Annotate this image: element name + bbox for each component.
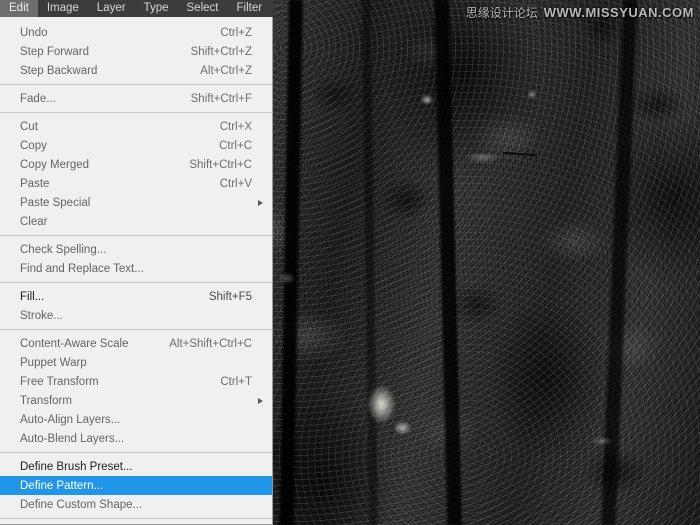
menu-item-label: Cut [20,120,38,133]
menu-separator [0,518,272,519]
menu-item-label: Auto-Blend Layers... [20,432,125,445]
menubar-item-layer[interactable]: Layer [88,0,135,17]
menu-item-shortcut: Alt+Ctrl+Z [200,64,252,77]
menu-item-find-and-replace-text[interactable]: Find and Replace Text... [0,259,272,278]
menu-item-shortcut: Ctrl+Z [220,26,252,39]
menu-item-check-spelling[interactable]: Check Spelling... [0,240,272,259]
menu-item-label: Paste Special [20,196,91,209]
menu-item-label: Check Spelling... [20,243,107,256]
menu-item-label: Content-Aware Scale [20,337,129,350]
menubar-item-edit[interactable]: Edit [0,0,38,17]
menu-item-define-custom-shape[interactable]: Define Custom Shape... [0,495,272,514]
menu-item-shortcut: Shift+F5 [208,290,252,303]
menu-item-label: Fill... [20,290,45,303]
menu-item-label: Free Transform [20,375,99,388]
menu-separator [0,329,272,330]
menu-item-transform[interactable]: Transform [0,391,272,410]
menu-item-shortcut: Ctrl+V [219,177,252,190]
menu-item-content-aware-scale[interactable]: Content-Aware Scale Alt+Shift+Ctrl+C [0,334,272,353]
menu-item-copy-merged[interactable]: Copy Merged Shift+Ctrl+C [0,155,272,174]
menubar-item-type[interactable]: Type [135,0,178,17]
menu-item-shortcut: Ctrl+T [220,375,252,388]
menu-item-label: Fade... [20,92,56,105]
submenu-arrow-icon [258,397,263,404]
menu-item-shortcut: Ctrl+X [219,120,252,133]
menu-item-shortcut: Shift+Ctrl+Z [190,45,252,58]
submenu-arrow-icon [258,199,263,206]
menu-item-fill[interactable]: Fill... Shift+F5 [0,287,272,306]
menu-item-shortcut: Alt+Shift+Ctrl+C [169,337,252,350]
menubar-item-image[interactable]: Image [38,0,88,17]
menu-item-shortcut: Shift+Ctrl+C [189,158,252,171]
menu-item-step-forward[interactable]: Step Forward Shift+Ctrl+Z [0,42,272,61]
menu-item-shortcut: Ctrl+C [219,139,252,152]
menu-item-define-brush-preset[interactable]: Define Brush Preset... [0,457,272,476]
rock-texture-scratch [502,151,538,157]
menu-item-label: Paste [20,177,50,190]
menu-item-shortcut: Shift+Ctrl+F [190,92,252,105]
menu-item-clear[interactable]: Clear [0,212,272,231]
menu-item-label: Copy [20,139,47,152]
menu-item-puppet-warp[interactable]: Puppet Warp [0,353,272,372]
menu-item-paste[interactable]: Paste Ctrl+V [0,174,272,193]
menu-item-undo[interactable]: Undo Ctrl+Z [0,23,272,42]
menu-separator [0,112,272,113]
menu-item-define-pattern[interactable]: Define Pattern... [0,476,272,495]
menubar-item-filter[interactable]: Filter [227,0,271,17]
menu-item-label: Copy Merged [20,158,90,171]
menu-item-fade[interactable]: Fade... Shift+Ctrl+F [0,89,272,108]
menu-separator [0,235,272,236]
menu-item-paste-special[interactable]: Paste Special [0,193,272,212]
menu-item-label: Find and Replace Text... [20,262,144,275]
menu-separator [0,452,272,453]
menu-item-stroke[interactable]: Stroke... [0,306,272,325]
menu-item-label: Stroke... [20,309,63,322]
menubar-item-select[interactable]: Select [178,0,228,17]
menu-item-label: Define Brush Preset... [20,460,133,473]
menu-bar: Edit Image Layer Type Select Filter [0,0,273,17]
menu-item-label: Clear [20,215,48,228]
menu-item-label: Define Pattern... [20,479,104,492]
menu-item-auto-blend-layers[interactable]: Auto-Blend Layers... [0,429,272,448]
menu-item-free-transform[interactable]: Free Transform Ctrl+T [0,372,272,391]
menu-separator [0,84,272,85]
menu-item-cut[interactable]: Cut Ctrl+X [0,117,272,136]
menu-item-label: Puppet Warp [20,356,87,369]
menu-item-label: Undo [20,26,48,39]
edit-dropdown-menu: Undo Ctrl+Z Step Forward Shift+Ctrl+Z Step B… [0,17,273,525]
menu-item-label: Define Custom Shape... [20,498,143,511]
photoshop-window: 思缘设计论坛 WWW.MISSYUAN.COM Edit Image Layer Ty… [0,0,700,525]
menu-item-auto-align-layers[interactable]: Auto-Align Layers... [0,410,272,429]
menu-item-step-backward[interactable]: Step Backward Alt+Ctrl+Z [0,61,272,80]
menu-item-label: Auto-Align Layers... [20,413,121,426]
menu-item-label: Step Backward [20,64,98,77]
menu-separator [0,282,272,283]
menu-item-label: Step Forward [20,45,90,58]
menu-item-label: Transform [20,394,72,407]
menu-item-copy[interactable]: Copy Ctrl+C [0,136,272,155]
